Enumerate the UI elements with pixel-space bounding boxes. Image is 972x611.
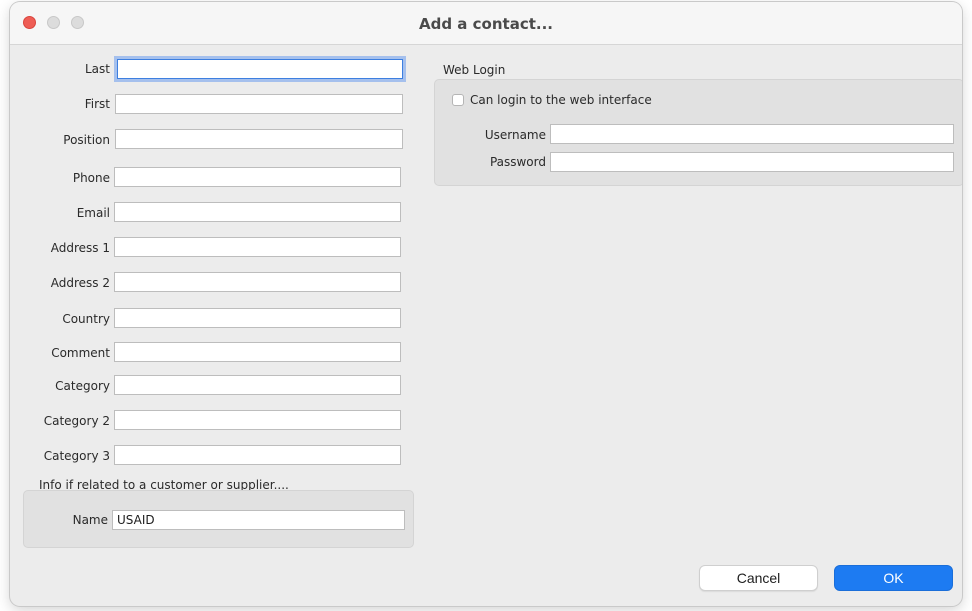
category-3-label: Category 3 xyxy=(43,449,110,463)
country-label: Country xyxy=(62,312,110,326)
window-title: Add a contact... xyxy=(419,15,553,33)
web-login-checkbox[interactable] xyxy=(452,94,464,106)
address-2-label: Address 2 xyxy=(50,276,110,290)
category-2-field[interactable] xyxy=(114,410,401,430)
category-3-field[interactable] xyxy=(114,445,401,465)
last-label: Last xyxy=(85,62,110,76)
email-field[interactable] xyxy=(114,202,401,222)
last-field[interactable] xyxy=(117,59,403,79)
password-field[interactable] xyxy=(550,152,954,172)
first-label: First xyxy=(84,97,110,111)
username-field[interactable] xyxy=(550,124,954,144)
position-label: Position xyxy=(63,133,110,147)
address-2-field[interactable] xyxy=(114,272,401,292)
phone-label: Phone xyxy=(72,171,110,185)
password-label: Password xyxy=(489,155,546,169)
first-field[interactable] xyxy=(115,94,403,114)
country-field[interactable] xyxy=(114,308,401,328)
email-label: Email xyxy=(76,206,110,220)
phone-field[interactable] xyxy=(114,167,401,187)
category-field[interactable] xyxy=(114,375,401,395)
name-label: Name xyxy=(72,513,108,527)
position-field[interactable] xyxy=(115,129,403,149)
address-1-label: Address 1 xyxy=(50,241,110,255)
username-label: Username xyxy=(484,128,546,142)
web-login-section-title: Web Login xyxy=(443,63,506,77)
comment-label: Comment xyxy=(51,346,110,360)
address-1-field[interactable] xyxy=(114,237,401,257)
title-bar: Add a contact... xyxy=(10,2,962,45)
category-2-label: Category 2 xyxy=(43,414,110,428)
name-field[interactable] xyxy=(112,510,405,530)
ok-button[interactable]: OK xyxy=(834,565,953,591)
cancel-button[interactable]: Cancel xyxy=(699,565,818,591)
web-login-checkbox-label[interactable]: Can login to the web interface xyxy=(470,93,652,107)
category-label: Category xyxy=(55,379,110,393)
comment-field[interactable] xyxy=(114,342,401,362)
add-contact-dialog: Add a contact... Last First Position Pho… xyxy=(10,2,962,606)
